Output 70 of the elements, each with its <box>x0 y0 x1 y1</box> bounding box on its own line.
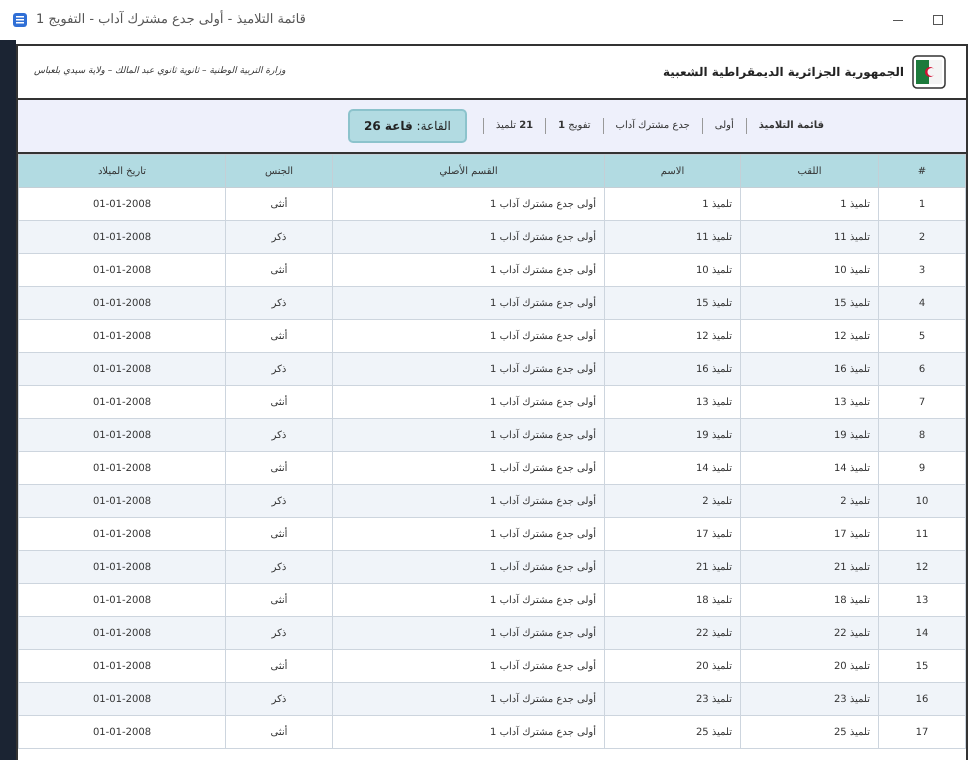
table-cell: أولى جدع مشترك آداب 1 <box>332 682 604 716</box>
table-cell: أولى جدع مشترك آداب 1 <box>332 352 604 386</box>
table-cell: 14 <box>878 616 966 650</box>
table-cell: ذكر <box>226 682 332 716</box>
table-cell: 01-01-2008 <box>18 418 226 452</box>
info-item: جدع مشترك آداب <box>602 118 702 134</box>
table-cell: تلميذ 2 <box>740 484 878 518</box>
table-cell: تلميذ 11 <box>740 220 878 254</box>
table-cell: 01-01-2008 <box>18 716 226 748</box>
table-cell: 17 <box>878 716 966 748</box>
table-cell: أولى جدع مشترك آداب 1 <box>332 616 604 650</box>
table-cell: 2 <box>878 220 966 254</box>
table-cell: 8 <box>878 418 966 452</box>
column-header: # <box>878 154 966 188</box>
table-cell: تلميذ 25 <box>604 716 740 748</box>
table-cell: تلميذ 22 <box>740 616 878 650</box>
table-cell: أولى جدع مشترك آداب 1 <box>332 550 604 584</box>
table-cell: 01-01-2008 <box>18 550 226 584</box>
table-cell: 12 <box>878 550 966 584</box>
table-cell: تلميذ 21 <box>740 550 878 584</box>
table-cell: تلميذ 15 <box>740 286 878 320</box>
column-header: تاريخ الميلاد <box>18 154 226 188</box>
table-cell: تلميذ 15 <box>604 286 740 320</box>
table-cell: تلميذ 16 <box>604 352 740 386</box>
table-cell: أولى جدع مشترك آداب 1 <box>332 418 604 452</box>
table-cell: ذكر <box>226 616 332 650</box>
window-title: قائمة التلاميذ - أولى جدع مشترك آداب - التفويج 1 <box>36 10 306 30</box>
table-cell: تلميذ 23 <box>740 682 878 716</box>
table-cell: أنثى <box>226 716 332 748</box>
maximize-icon <box>932 14 944 26</box>
table-cell: تلميذ 19 <box>740 418 878 452</box>
flag-icon <box>912 55 946 89</box>
info-item: قائمة التلاميذ <box>746 118 836 134</box>
table-cell: تلميذ 21 <box>604 550 740 584</box>
table-cell: 4 <box>878 286 966 320</box>
table-cell: تلميذ 2 <box>604 484 740 518</box>
table-cell: 01-01-2008 <box>18 484 226 518</box>
table-cell: تلميذ 19 <box>604 418 740 452</box>
table-cell: أولى جدع مشترك آداب 1 <box>332 220 604 254</box>
table-cell: 16 <box>878 682 966 716</box>
table-cell: ذكر <box>226 352 332 386</box>
table-cell: تلميذ 25 <box>740 716 878 748</box>
table-cell: 01-01-2008 <box>18 616 226 650</box>
table-cell: 01-01-2008 <box>18 220 226 254</box>
column-header: اللقب <box>740 154 878 188</box>
country-name: الجمهورية الجزائرية الديمقراطية الشعبية <box>662 64 904 81</box>
column-header: القسم الأصلي <box>332 154 604 188</box>
table-cell: 01-01-2008 <box>18 286 226 320</box>
table-cell: ذكر <box>226 286 332 320</box>
institution-text: وزارة التربية الوطنية – ثانوية ثانوي عبد المالك – ولاية سيدي بلعباس <box>34 65 286 78</box>
column-header: الاسم <box>604 154 740 188</box>
table-cell: أولى جدع مشترك آداب 1 <box>332 716 604 748</box>
table-cell: أولى جدع مشترك آداب 1 <box>332 286 604 320</box>
table-cell: أولى جدع مشترك آداب 1 <box>332 484 604 518</box>
table-cell: ذكر <box>226 220 332 254</box>
table-cell: تلميذ 22 <box>604 616 740 650</box>
info-item: أولى <box>702 118 746 134</box>
table-cell: 01-01-2008 <box>18 682 226 716</box>
table-cell: 10 <box>878 484 966 518</box>
table-cell: 6 <box>878 352 966 386</box>
table-cell: 01-01-2008 <box>18 352 226 386</box>
table-cell: ذكر <box>226 550 332 584</box>
table-cell: تلميذ 16 <box>740 352 878 386</box>
column-header: الجنس <box>226 154 332 188</box>
table-cell: ذكر <box>226 418 332 452</box>
app-icon <box>12 12 28 28</box>
table-cell: تلميذ 23 <box>604 682 740 716</box>
room-label: القاعة: قاعة 26 <box>348 109 467 143</box>
table-cell: تلميذ 11 <box>604 220 740 254</box>
table-cell: ذكر <box>226 484 332 518</box>
